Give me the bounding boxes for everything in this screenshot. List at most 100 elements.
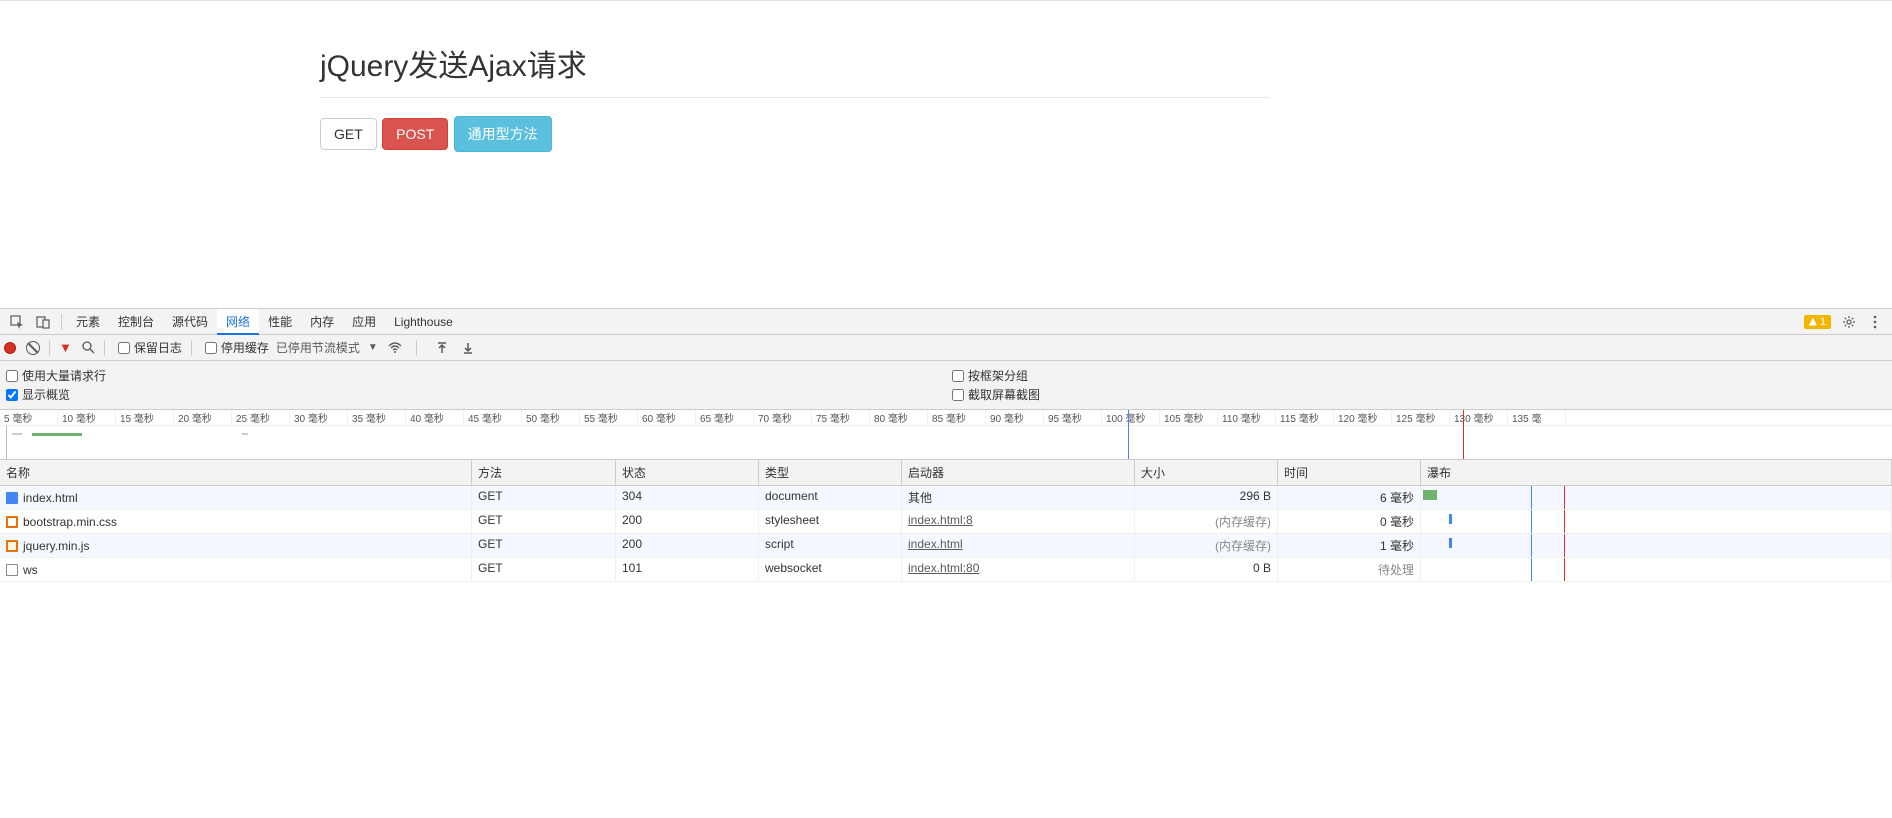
clear-button[interactable] — [26, 341, 40, 355]
timeline-tick: 10 毫秒 — [58, 410, 116, 425]
tab-memory[interactable]: 内存 — [301, 309, 343, 335]
request-initiator: index.html — [902, 534, 1135, 557]
waterfall-bar — [1449, 514, 1452, 524]
request-time: 0 毫秒 — [1278, 510, 1421, 533]
request-size: 0 B — [1135, 558, 1278, 581]
col-time[interactable]: 时间 — [1278, 460, 1421, 485]
throttling-label[interactable]: 已停用节流模式 — [276, 339, 360, 356]
get-button[interactable]: GET — [320, 118, 377, 150]
page-title: jQuery发送Ajax请求 — [320, 41, 1270, 98]
table-header: 名称 方法 状态 类型 启动器 大小 时间 瀑布 — [0, 460, 1892, 486]
devtools-panel: 元素 控制台 源代码 网络 性能 内存 应用 Lighthouse 1 ▼ 保留… — [0, 308, 1892, 690]
timeline-tick: 20 毫秒 — [174, 410, 232, 425]
search-icon[interactable] — [82, 341, 95, 354]
timeline-bar — [12, 433, 22, 435]
show-overview-checkbox[interactable]: 显示概览 — [6, 386, 940, 403]
timeline-tick: 85 毫秒 — [928, 410, 986, 425]
request-waterfall — [1421, 486, 1892, 509]
table-row[interactable]: wsGET101websocketindex.html:800 B待处理 — [0, 558, 1892, 582]
request-name: jquery.min.js — [23, 539, 89, 553]
timeline-tick: 45 毫秒 — [464, 410, 522, 425]
throttling-dropdown-icon[interactable]: ▼ — [368, 342, 378, 353]
request-status: 101 — [616, 558, 759, 581]
tab-console[interactable]: 控制台 — [109, 309, 163, 335]
tab-application[interactable]: 应用 — [343, 309, 385, 335]
settings-icon[interactable] — [1841, 314, 1857, 330]
large-rows-checkbox[interactable]: 使用大量请求行 — [6, 367, 940, 384]
initiator-link[interactable]: index.html:80 — [908, 561, 979, 575]
timeline-tick: 40 毫秒 — [406, 410, 464, 425]
group-by-frame-checkbox[interactable]: 按框架分组 — [952, 367, 1886, 384]
rendered-page: jQuery发送Ajax请求 GET POST 通用型方法 — [0, 0, 1892, 308]
col-method[interactable]: 方法 — [472, 460, 616, 485]
table-row[interactable]: bootstrap.min.cssGET200stylesheetindex.h… — [0, 510, 1892, 534]
col-initiator[interactable]: 启动器 — [902, 460, 1135, 485]
filter-icon[interactable]: ▼ — [59, 340, 72, 355]
post-button[interactable]: POST — [382, 118, 448, 150]
request-waterfall — [1421, 534, 1892, 557]
timeline-bar — [32, 433, 82, 436]
load-marker — [1564, 558, 1565, 581]
request-method: GET — [472, 510, 616, 533]
timeline-tick: 60 毫秒 — [638, 410, 696, 425]
dcl-marker — [1531, 558, 1532, 581]
request-method: GET — [472, 558, 616, 581]
col-name[interactable]: 名称 — [0, 460, 472, 485]
preserve-log-checkbox[interactable]: 保留日志 — [118, 339, 182, 356]
timeline-overview[interactable]: 5 毫秒10 毫秒15 毫秒20 毫秒25 毫秒30 毫秒35 毫秒40 毫秒4… — [0, 410, 1892, 460]
request-time: 待处理 — [1278, 558, 1421, 581]
file-icon — [6, 492, 18, 504]
col-size[interactable]: 大小 — [1135, 460, 1278, 485]
request-initiator: index.html:8 — [902, 510, 1135, 533]
initiator-link[interactable]: index.html — [908, 537, 963, 551]
tab-network[interactable]: 网络 — [217, 309, 259, 335]
network-toolbar: ▼ 保留日志 停用缓存 已停用节流模式 ▼ — [0, 335, 1892, 361]
request-size: (内存缓存) — [1135, 534, 1278, 557]
request-type: script — [759, 534, 902, 557]
request-size: 296 B — [1135, 486, 1278, 509]
timeline-tick: 115 毫秒 — [1276, 410, 1334, 425]
generic-method-button[interactable]: 通用型方法 — [454, 116, 552, 152]
request-status: 304 — [616, 486, 759, 509]
inspect-element-icon[interactable] — [9, 314, 25, 330]
network-conditions-icon[interactable] — [388, 342, 402, 354]
col-type[interactable]: 类型 — [759, 460, 902, 485]
timeline-tick: 100 毫秒 — [1102, 410, 1160, 425]
separator — [191, 340, 192, 356]
request-time: 6 毫秒 — [1278, 486, 1421, 509]
timeline-cursor — [6, 426, 7, 460]
request-name: ws — [23, 563, 38, 577]
table-row[interactable]: jquery.min.jsGET200scriptindex.html(内存缓存… — [0, 534, 1892, 558]
timeline-tick: 35 毫秒 — [348, 410, 406, 425]
warning-badge[interactable]: 1 — [1804, 315, 1831, 329]
request-type: document — [759, 486, 902, 509]
device-toggle-icon[interactable] — [35, 314, 51, 330]
col-status[interactable]: 状态 — [616, 460, 759, 485]
load-event-line — [1463, 410, 1464, 460]
initiator-link[interactable]: index.html:8 — [908, 513, 973, 527]
request-waterfall — [1421, 510, 1892, 533]
tab-lighthouse[interactable]: Lighthouse — [385, 309, 462, 335]
import-har-icon[interactable] — [436, 342, 448, 354]
tab-elements[interactable]: 元素 — [67, 309, 109, 335]
separator — [61, 314, 62, 330]
request-time: 1 毫秒 — [1278, 534, 1421, 557]
export-har-icon[interactable] — [462, 342, 474, 354]
tab-performance[interactable]: 性能 — [259, 309, 301, 335]
request-name: index.html — [23, 491, 78, 505]
timeline-tick: 15 毫秒 — [116, 410, 174, 425]
request-status: 200 — [616, 534, 759, 557]
screenshots-checkbox[interactable]: 截取屏幕截图 — [952, 386, 1886, 403]
record-button[interactable] — [4, 342, 16, 354]
separator — [104, 340, 105, 356]
network-options: 使用大量请求行 显示概览 按框架分组 截取屏幕截图 — [0, 361, 1892, 410]
tab-sources[interactable]: 源代码 — [163, 309, 217, 335]
more-icon[interactable] — [1867, 314, 1883, 330]
timeline-tick: 135 毫 — [1508, 410, 1566, 425]
disable-cache-checkbox[interactable]: 停用缓存 — [205, 339, 269, 356]
col-waterfall[interactable]: 瀑布 — [1421, 460, 1892, 485]
separator — [49, 340, 50, 356]
waterfall-bar — [1449, 538, 1452, 548]
request-type: stylesheet — [759, 510, 902, 533]
table-row[interactable]: index.htmlGET304document其他296 B6 毫秒 — [0, 486, 1892, 510]
